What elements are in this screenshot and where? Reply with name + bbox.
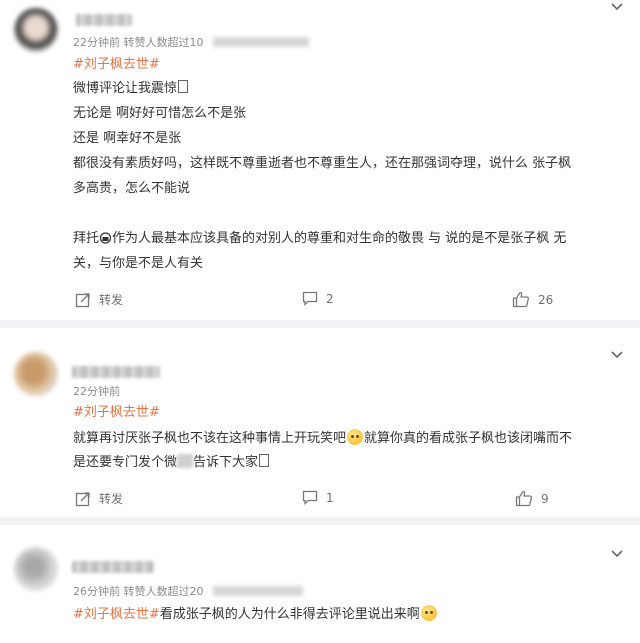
username-blurred[interactable]	[76, 14, 132, 26]
chevron-down-icon[interactable]	[610, 350, 624, 360]
comment-text-line: 多高贵，怎么不能说	[73, 181, 191, 196]
comment-card-2: 22分钟前 #刘子枫去世# 就算再讨厌张子枫也不该在这种事情上开玩笑吧 就算你真的…	[0, 328, 640, 517]
censored-patch	[177, 454, 194, 468]
repost-icon	[75, 491, 90, 506]
username-blurred[interactable]	[72, 366, 160, 378]
username-blurred[interactable]	[72, 561, 154, 573]
like-button[interactable]: 9	[515, 490, 549, 507]
repost-label: 转发	[99, 492, 124, 506]
comment-text-line: 都很没有素质好吗，这样既不尊重逝者也不尊重生人，还在那强词夺理，说什么 张子枫	[73, 156, 572, 171]
topic-tag[interactable]: #刘子枫去世#	[73, 607, 160, 622]
comment-meta: 26分钟前 转赞人数超过20	[73, 585, 303, 599]
avatar[interactable]	[14, 352, 58, 396]
comment-button[interactable]: 2	[302, 291, 334, 306]
chevron-down-icon[interactable]	[610, 549, 624, 559]
comment-text-line: 是还要专门发个微 告诉下大家	[73, 454, 270, 472]
comment-text-line: 还是 啊幸好不是张	[73, 131, 182, 146]
topic-tag[interactable]: #刘子枫去世#	[73, 404, 160, 422]
comment-icon	[302, 291, 318, 306]
comment-icon	[302, 490, 318, 505]
emoji-icon	[99, 232, 112, 244]
divider	[0, 517, 640, 525]
comment-card-1: 22分钟前 转赞人数超过10 #刘子枫去世# 微博评论让我震惊 无论是 啊好好可…	[0, 0, 640, 320]
thumbs-up-icon	[512, 291, 530, 308]
repost-icon	[75, 292, 90, 307]
comment-meta: 22分钟前 转赞人数超过10	[73, 36, 309, 50]
repost-button[interactable]: 转发	[75, 291, 123, 308]
topic-tag[interactable]: #刘子枫去世#	[73, 56, 160, 74]
divider	[0, 320, 640, 328]
comment-count: 2	[326, 291, 334, 306]
comment-text-line: 无论是 啊好好可惜怎么不是张	[73, 106, 247, 121]
repost-button[interactable]: 转发	[75, 490, 123, 507]
chevron-down-icon[interactable]	[610, 2, 624, 12]
like-count: 26	[538, 292, 554, 307]
comment-text-line: #刘子枫去世#看成张子枫的人为什么非得去评论里说出来啊	[73, 605, 438, 624]
comment-meta: 22分钟前	[73, 385, 120, 398]
emoji-icon	[347, 429, 364, 445]
emoji-icon	[420, 605, 437, 621]
repost-label: 转发	[99, 293, 124, 307]
avatar[interactable]	[14, 547, 58, 591]
comment-text-line: 拜托 作为人最基本应该具备的对别人的尊重和对生命的敬畏 与 说的是不是张子枫 无	[73, 231, 567, 246]
comment-text-line: 就算再讨厌张子枫也不该在这种事情上开玩笑吧 就算你真的看成张子枫也该闭嘴而不	[73, 429, 573, 446]
comment-text-line: 微博评论让我震惊	[73, 80, 189, 98]
like-count: 9	[541, 491, 549, 506]
comment-count: 1	[326, 490, 334, 505]
comment-card-3: 26分钟前 转赞人数超过20 #刘子枫去世#看成张子枫的人为什么非得去评论里说出…	[0, 525, 640, 643]
comment-text-line: 关，与你是不是人有关	[73, 256, 204, 271]
thumbs-up-icon	[515, 490, 533, 507]
like-button[interactable]: 26	[512, 291, 553, 308]
comment-button[interactable]: 1	[302, 490, 334, 505]
avatar[interactable]	[14, 8, 58, 52]
